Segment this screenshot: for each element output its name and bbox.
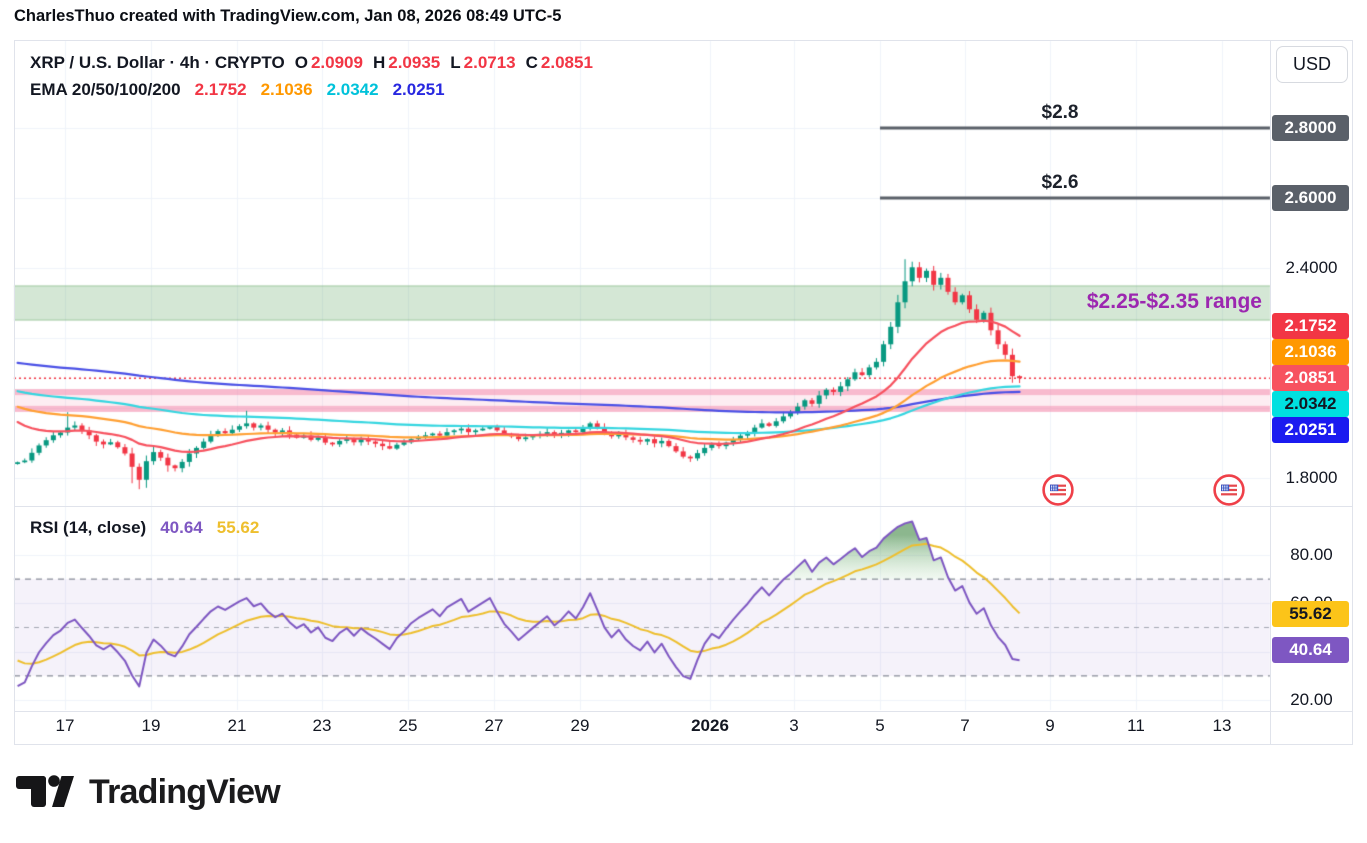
ema20-value: 2.1752 xyxy=(195,80,247,99)
ema-legend[interactable]: EMA 20/50/100/200 2.1752 2.1036 2.0342 2.025… xyxy=(30,80,445,100)
time-label: 9 xyxy=(1014,716,1086,736)
rsi-value: 40.64 xyxy=(160,518,203,537)
time-label: 7 xyxy=(929,716,1001,736)
time-label: 17 xyxy=(29,716,101,736)
rsi-legend-title: RSI (14, close) xyxy=(30,518,146,537)
time-label: 19 xyxy=(115,716,187,736)
ema200-value: 2.0251 xyxy=(393,80,445,99)
price-tick-1-8: 1.8000 xyxy=(1270,468,1353,488)
time-label: 29 xyxy=(544,716,616,736)
rsi-legend[interactable]: RSI (14, close) 40.64 55.62 xyxy=(30,518,259,538)
time-label: 13 xyxy=(1186,716,1258,736)
level-annotation-2-8: $2.8 xyxy=(1000,102,1120,124)
ema-legend-title: EMA 20/50/100/200 xyxy=(30,80,181,99)
ohlc-open-key: O xyxy=(295,53,308,72)
time-label: 25 xyxy=(372,716,444,736)
attribution-text: CharlesThuo created with TradingView.com… xyxy=(14,7,561,26)
rsi-ma-value: 55.62 xyxy=(217,518,260,537)
economic-event-flag-icon[interactable] xyxy=(1213,474,1245,506)
time-label: 2026 xyxy=(674,716,746,736)
price-label-ema50: 2.1036 xyxy=(1272,339,1349,365)
time-label: 11 xyxy=(1100,716,1172,736)
ohlc-high-value: 2.0935 xyxy=(388,53,440,72)
ohlc-low-value: 2.0713 xyxy=(464,53,516,72)
rsi-label-value: 40.64 xyxy=(1272,637,1349,663)
tradingview-logo-mark-icon xyxy=(14,769,74,815)
time-label: 27 xyxy=(458,716,530,736)
price-label-ema200: 2.0251 xyxy=(1272,417,1349,443)
rsi-label-ma: 55.62 xyxy=(1272,601,1349,627)
price-label-ema20: 2.1752 xyxy=(1272,313,1349,339)
rsi-tick-20: 20.00 xyxy=(1270,690,1353,710)
time-label: 23 xyxy=(286,716,358,736)
tradingview-snapshot: CharlesThuo created with TradingView.com… xyxy=(0,0,1367,843)
price-label-level-2-8: 2.8000 xyxy=(1272,115,1349,141)
tradingview-logo[interactable]: TradingView xyxy=(14,769,280,815)
currency-selector-button[interactable]: USD xyxy=(1276,46,1348,83)
price-label-ema100: 2.0342 xyxy=(1272,391,1349,417)
ema100-value: 2.0342 xyxy=(327,80,379,99)
price-tick-2-4: 2.4000 xyxy=(1270,258,1353,278)
rsi-tick-80: 80.00 xyxy=(1270,545,1353,565)
range-zone-label: $2.25-$2.35 range xyxy=(900,290,1262,314)
price-label-level-2-6: 2.6000 xyxy=(1272,185,1349,211)
ohlc-close-key: C xyxy=(526,53,538,72)
ohlc-low-key: L xyxy=(450,53,460,72)
time-label: 5 xyxy=(844,716,916,736)
economic-event-flag-icon[interactable] xyxy=(1042,474,1074,506)
ohlc-high-key: H xyxy=(373,53,385,72)
ohlc-close-value: 2.0851 xyxy=(541,53,593,72)
time-label: 3 xyxy=(758,716,830,736)
symbol-legend[interactable]: XRP / U.S. Dollar · 4h · CRYPTOO2.0909H2… xyxy=(30,53,593,73)
ema50-value: 2.1036 xyxy=(261,80,313,99)
time-axis[interactable]: 17 19 21 23 25 27 29 2026 3579 11 13 xyxy=(0,716,1367,742)
price-label-last-price: 2.0851 xyxy=(1272,365,1349,391)
level-annotation-2-6: $2.6 xyxy=(1000,172,1120,194)
tradingview-logo-text: TradingView xyxy=(89,773,280,812)
time-label: 21 xyxy=(201,716,273,736)
ohlc-open-value: 2.0909 xyxy=(311,53,363,72)
symbol-title: XRP / U.S. Dollar · 4h · CRYPTO xyxy=(30,53,285,72)
